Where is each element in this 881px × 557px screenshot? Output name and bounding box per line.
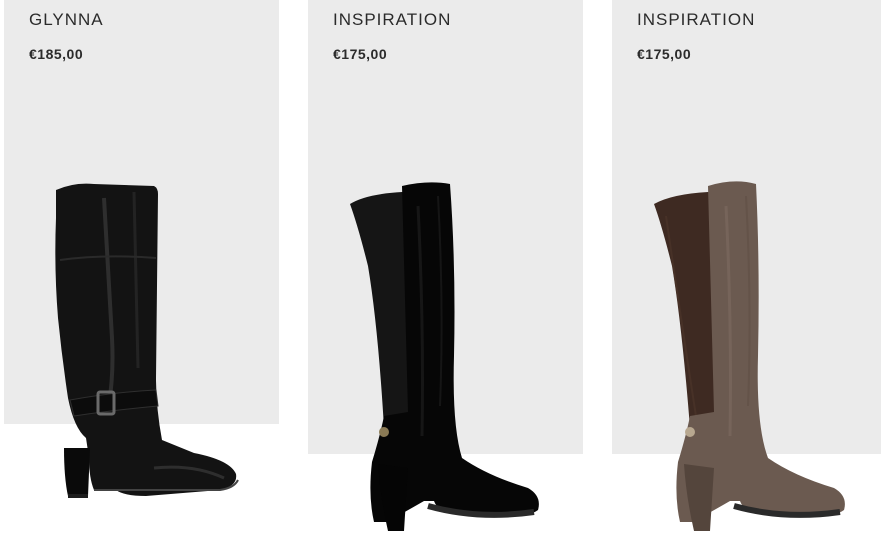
product-image-black-suede-boot[interactable]: [338, 176, 553, 531]
product-name[interactable]: INSPIRATION: [333, 10, 451, 30]
product-name[interactable]: INSPIRATION: [637, 10, 755, 30]
product-price: €175,00: [637, 46, 692, 62]
product-price: €175,00: [333, 46, 388, 62]
product-card-inspiration-black[interactable]: INSPIRATION €175,00: [308, 0, 584, 557]
product-card-inspiration-brown[interactable]: INSPIRATION €175,00: [612, 0, 881, 557]
product-image-black-leather-boot[interactable]: [34, 178, 254, 500]
product-price: €185,00: [29, 46, 84, 62]
product-image-brown-suede-boot[interactable]: [642, 176, 857, 531]
product-card-glynna[interactable]: GLYNNA €185,00: [4, 0, 280, 557]
product-name[interactable]: GLYNNA: [29, 10, 104, 30]
